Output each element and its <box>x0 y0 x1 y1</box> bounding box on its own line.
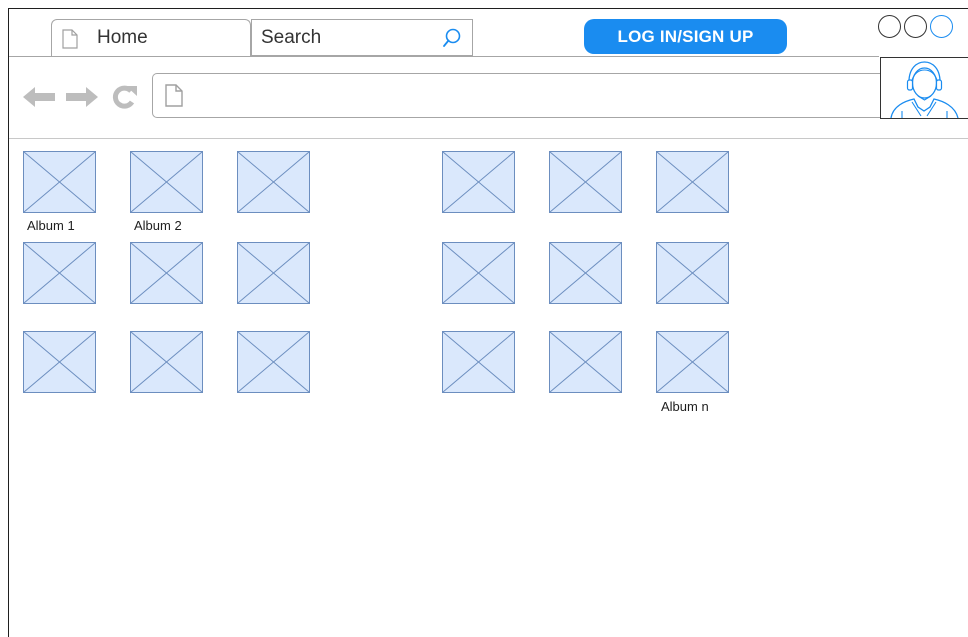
album-thumbnail[interactable] <box>656 331 729 393</box>
close-button[interactable] <box>930 15 953 38</box>
page-icon <box>62 29 78 54</box>
album-thumbnail[interactable] <box>549 242 622 304</box>
header-divider <box>9 138 968 139</box>
maximize-button[interactable] <box>904 15 927 38</box>
search-box <box>251 19 473 56</box>
album-thumbnail[interactable] <box>237 242 310 304</box>
page-icon <box>165 84 183 112</box>
album-thumbnail[interactable] <box>130 151 203 213</box>
search-input[interactable] <box>252 20 441 55</box>
user-avatar[interactable] <box>880 57 968 119</box>
address-bar[interactable] <box>152 73 882 118</box>
album-thumbnail[interactable] <box>656 242 729 304</box>
tab-home[interactable]: Home <box>51 19 251 56</box>
album-thumbnail[interactable] <box>23 331 96 393</box>
minimize-button[interactable] <box>878 15 901 38</box>
album-thumbnail[interactable] <box>549 151 622 213</box>
search-icon[interactable] <box>442 27 462 54</box>
window-controls <box>872 13 968 43</box>
album-thumbnail[interactable] <box>130 242 203 304</box>
album-thumbnail[interactable] <box>130 331 203 393</box>
forward-arrow-icon[interactable] <box>64 86 98 113</box>
album-thumbnail[interactable] <box>23 242 96 304</box>
reload-icon[interactable] <box>110 84 138 115</box>
user-avatar-icon <box>890 61 959 118</box>
login-signup-button[interactable]: LOG IN/SIGN UP <box>584 19 787 54</box>
album-label: Album 1 <box>27 218 75 233</box>
album-thumbnail[interactable] <box>656 151 729 213</box>
album-thumbnail[interactable] <box>442 331 515 393</box>
album-thumbnail[interactable] <box>237 151 310 213</box>
album-label: Album 2 <box>134 218 182 233</box>
album-thumbnail[interactable] <box>442 151 515 213</box>
album-thumbnail[interactable] <box>549 331 622 393</box>
album-thumbnail[interactable] <box>442 242 515 304</box>
browser-window: Home LOG IN/SIGN UP <box>8 8 968 637</box>
tab-label: Home <box>97 27 148 48</box>
back-arrow-icon[interactable] <box>23 86 57 113</box>
tab-strip-divider <box>9 56 879 57</box>
album-label: Album n <box>661 399 709 414</box>
album-thumbnail[interactable] <box>237 331 310 393</box>
album-thumbnail[interactable] <box>23 151 96 213</box>
